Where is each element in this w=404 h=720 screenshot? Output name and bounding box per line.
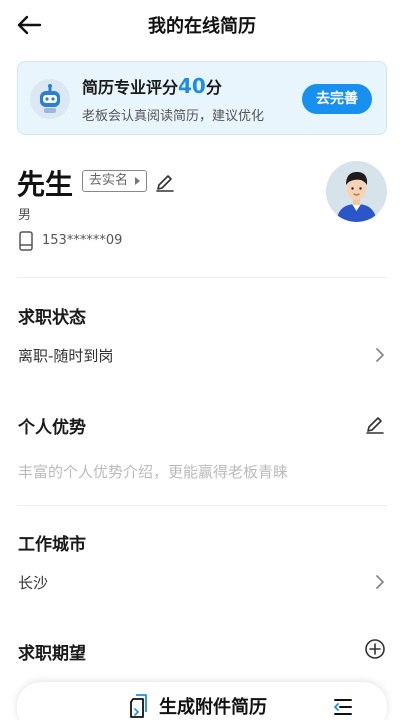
phone-number: 153******09 [42,233,123,248]
page-title: 我的在线简历 [148,16,256,37]
resume-icon [130,694,147,718]
generate-attachment-resume-button[interactable]: 生成附件简历 [127,690,267,720]
robot-icon [30,79,70,119]
plus-circle-icon[interactable] [364,638,386,660]
score-label: 简历专业评分 [82,78,179,97]
job-status-title: 求职状态 [18,308,86,328]
score-subtitle: 老板会认真阅读简历，建议优化 [82,109,265,124]
score-line: 简历专业评分40分 [82,74,222,98]
improve-button[interactable]: 去完善 [302,84,372,114]
triangle-right-icon [135,177,141,185]
bottom-action-bar: 生成附件简历 [17,682,387,720]
work-city-title: 工作城市 [18,535,86,555]
score-unit: 分 [205,78,222,97]
avatar[interactable] [326,161,387,222]
chevron-right-icon[interactable] [374,348,386,362]
edit-icon[interactable] [154,170,176,192]
verify-realname-button[interactable]: 去实名 [82,170,148,192]
gender-text: 男 [18,208,32,223]
work-city-value[interactable]: 长沙 [18,572,48,593]
chevron-right-icon[interactable] [374,575,386,589]
header: 我的在线简历 [0,0,404,50]
generate-resume-label: 生成附件简历 [159,697,267,718]
menu-icon[interactable] [331,695,355,719]
advantage-placeholder[interactable]: 丰富的个人优势介绍，更能赢得老板青睐 [18,461,288,482]
job-status-value[interactable]: 离职-随时到岗 [18,345,113,366]
phone-icon [19,231,33,251]
verify-realname-label: 去实名 [89,173,129,188]
user-name: 先生 [17,168,74,201]
avatar-illustration-icon [326,161,387,222]
divider [17,505,387,506]
resume-score-card[interactable]: 简历专业评分40分 老板会认真阅读简历，建议优化 去完善 [17,61,387,135]
advantage-title: 个人优势 [18,418,86,438]
expectation-title: 求职期望 [18,644,86,664]
divider [17,277,387,278]
edit-advantage-icon[interactable] [364,412,386,434]
score-value: 40 [178,74,206,98]
